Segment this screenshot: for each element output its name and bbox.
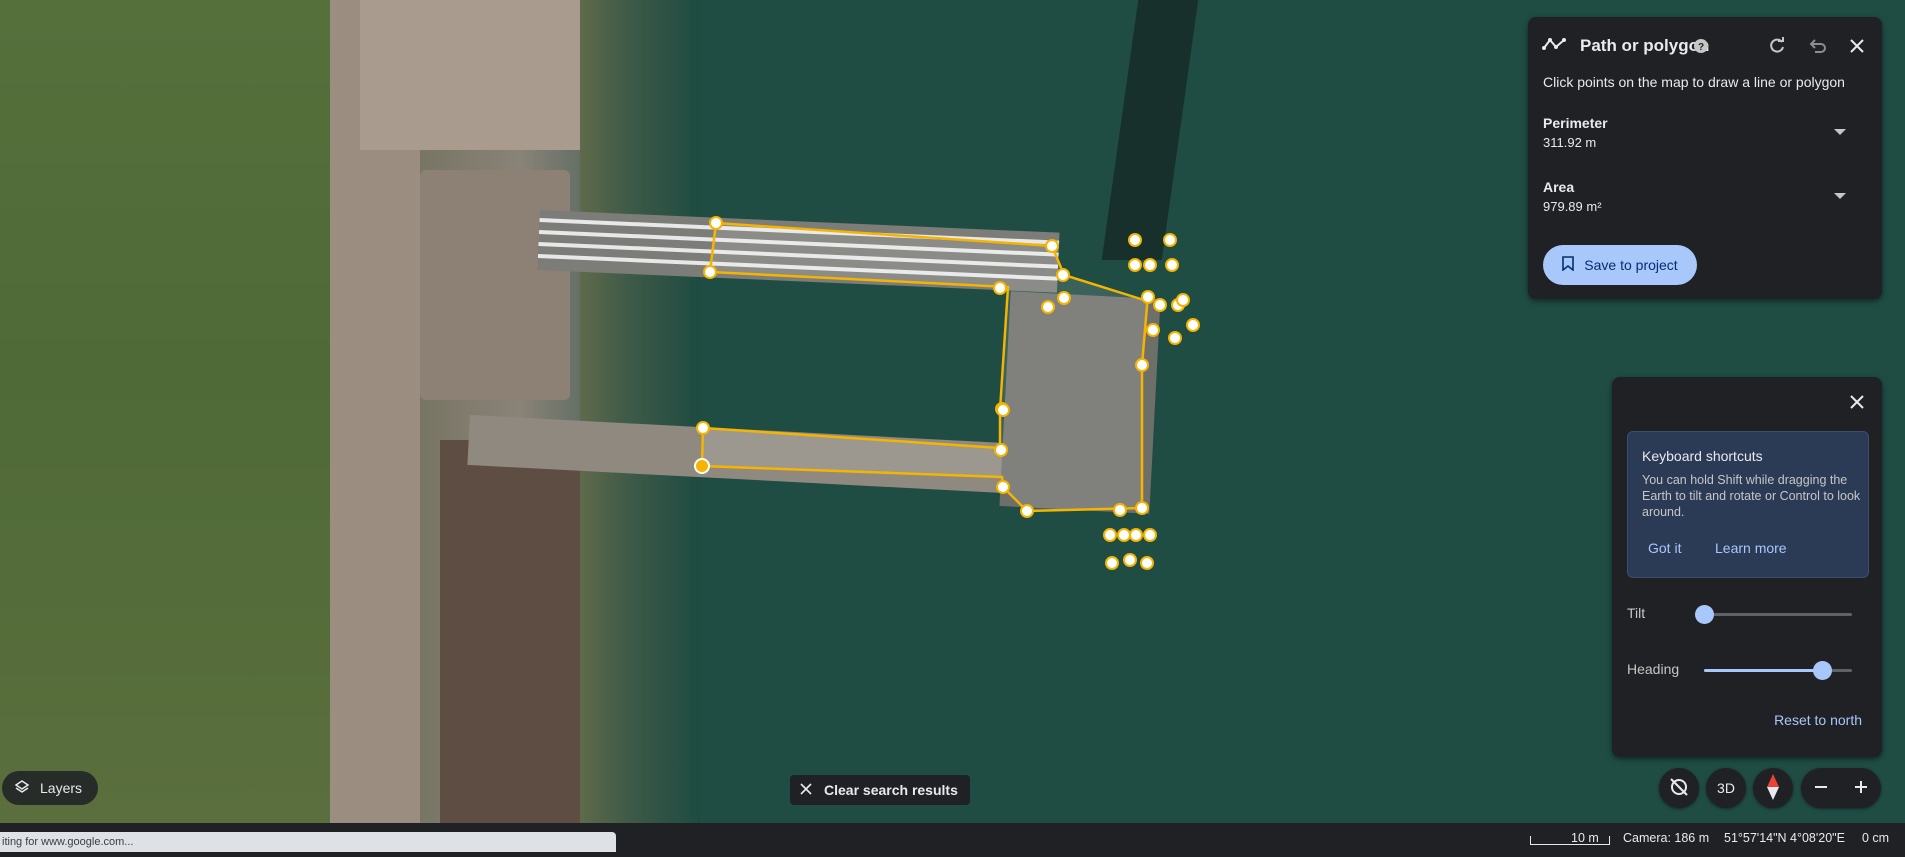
help-icon[interactable]: ? xyxy=(1688,33,1714,59)
polygon-vertex[interactable] xyxy=(1135,501,1149,515)
polygon-active-vertex[interactable] xyxy=(694,458,710,474)
tilt-slider[interactable] xyxy=(1695,605,1852,624)
chevron-down-icon[interactable] xyxy=(1834,193,1846,199)
area-section[interactable]: Area 979.89 m² xyxy=(1543,179,1602,214)
tilt-thumb[interactable] xyxy=(1695,605,1714,624)
polygon-vertex[interactable] xyxy=(1056,268,1070,282)
polygon-vertex[interactable] xyxy=(1041,300,1055,314)
polygon-vertex[interactable] xyxy=(1168,331,1182,345)
polygon-vertex[interactable] xyxy=(1128,258,1142,272)
3d-button[interactable]: 3D xyxy=(1706,768,1746,808)
layers-button[interactable]: Layers xyxy=(2,771,98,805)
polygon-vertex[interactable] xyxy=(1128,233,1142,247)
polygon-vertex[interactable] xyxy=(1186,318,1200,332)
rotate-toggle-button[interactable] xyxy=(1659,768,1699,808)
view-panel: Keyboard shortcuts You can hold Shift wh… xyxy=(1612,377,1882,757)
polygon-vertex[interactable] xyxy=(709,216,723,230)
polygon-vertex[interactable] xyxy=(1057,291,1071,305)
polygon-vertex[interactable] xyxy=(1140,556,1154,570)
shortcuts-title: Keyboard shortcuts xyxy=(1642,448,1763,464)
heading-slider[interactable] xyxy=(1704,661,1852,680)
polygon-vertex[interactable] xyxy=(1103,528,1117,542)
polygon-vertex[interactable] xyxy=(1143,258,1157,272)
rotate-icon xyxy=(1668,776,1690,801)
close-icon[interactable] xyxy=(1844,33,1870,59)
distance-text: 0 cm xyxy=(1862,831,1890,845)
polygon-vertex[interactable] xyxy=(1105,556,1119,570)
polygon-vertex[interactable] xyxy=(996,480,1010,494)
redo-icon[interactable] xyxy=(1764,33,1790,59)
perimeter-section[interactable]: Perimeter 311.92 m xyxy=(1543,115,1608,150)
perimeter-value: 311.92 m xyxy=(1543,135,1597,150)
tilt-label: Tilt xyxy=(1627,605,1646,621)
panel-hint: Click points on the map to draw a line o… xyxy=(1543,74,1845,90)
path-panel: Path or polygon ? Click points on the ma… xyxy=(1528,17,1882,299)
shortcuts-body: You can hold Shift while dragging the Ea… xyxy=(1642,473,1861,519)
compass-icon xyxy=(1766,773,1780,803)
polygon-vertex[interactable] xyxy=(696,421,710,435)
polygon-vertex[interactable] xyxy=(1117,528,1131,542)
undo-icon[interactable] xyxy=(1804,33,1830,59)
polygon-vertex[interactable] xyxy=(994,443,1008,457)
zoom-out-icon[interactable] xyxy=(1813,779,1829,798)
path-icon xyxy=(1542,36,1566,57)
layers-label: Layers xyxy=(40,780,83,796)
polygon-vertex[interactable] xyxy=(1045,239,1059,253)
polygon-vertex[interactable] xyxy=(703,265,717,279)
perimeter-label: Perimeter xyxy=(1543,115,1608,131)
save-to-project-button[interactable]: Save to project xyxy=(1543,245,1697,285)
3d-label: 3D xyxy=(1717,780,1735,796)
heading-fill xyxy=(1704,669,1822,672)
polygon-vertex[interactable] xyxy=(996,403,1010,417)
learn-more-link[interactable]: Learn more xyxy=(1715,540,1787,556)
bookmark-icon xyxy=(1562,256,1575,274)
polygon-vertex[interactable] xyxy=(1176,293,1190,307)
clear-search-results-button[interactable]: Clear search results xyxy=(790,775,970,805)
zoom-in-icon[interactable] xyxy=(1853,779,1869,798)
svg-text:?: ? xyxy=(1698,42,1704,53)
chevron-down-icon[interactable] xyxy=(1834,129,1846,135)
camera-altitude: Camera: 186 m xyxy=(1623,831,1710,845)
zoom-control xyxy=(1801,768,1881,808)
keyboard-shortcuts-card: Keyboard shortcuts You can hold Shift wh… xyxy=(1627,431,1869,578)
polygon-vertex[interactable] xyxy=(1146,323,1160,337)
panel-header: Path or polygon ? xyxy=(1542,31,1870,61)
polygon-vertex[interactable] xyxy=(1020,504,1034,518)
heading-thumb[interactable] xyxy=(1813,661,1832,680)
polygon-vertex[interactable] xyxy=(1135,358,1149,372)
polygon-vertex[interactable] xyxy=(1143,528,1157,542)
coordinates: 51°57'14"N 4°08'20"E xyxy=(1724,831,1845,845)
polygon-shape xyxy=(700,221,1150,513)
loading-status: iting for www.google.com... xyxy=(0,832,616,852)
polygon-vertex[interactable] xyxy=(993,281,1007,295)
close-icon[interactable] xyxy=(1844,389,1870,415)
reset-to-north-link[interactable]: Reset to north xyxy=(1774,712,1862,728)
polygon-vertex[interactable] xyxy=(1129,528,1143,542)
polygon-vertex[interactable] xyxy=(1123,553,1137,567)
compass-button[interactable] xyxy=(1753,768,1793,808)
clear-label: Clear search results xyxy=(824,782,958,798)
heading-label: Heading xyxy=(1627,661,1680,677)
area-label: Area xyxy=(1543,179,1575,195)
save-label: Save to project xyxy=(1584,257,1678,273)
polygon-vertex[interactable] xyxy=(1165,258,1179,272)
polygon-vertex[interactable] xyxy=(1141,290,1155,304)
close-icon xyxy=(800,782,812,798)
scale-text: 10 m xyxy=(1571,831,1599,845)
polygon-vertex[interactable] xyxy=(1113,503,1127,517)
got-it-button[interactable]: Got it xyxy=(1648,540,1681,556)
layers-icon xyxy=(14,779,30,798)
polygon-vertex[interactable] xyxy=(1153,298,1167,312)
polygon-vertex[interactable] xyxy=(1163,233,1177,247)
area-value: 979.89 m² xyxy=(1543,199,1602,214)
